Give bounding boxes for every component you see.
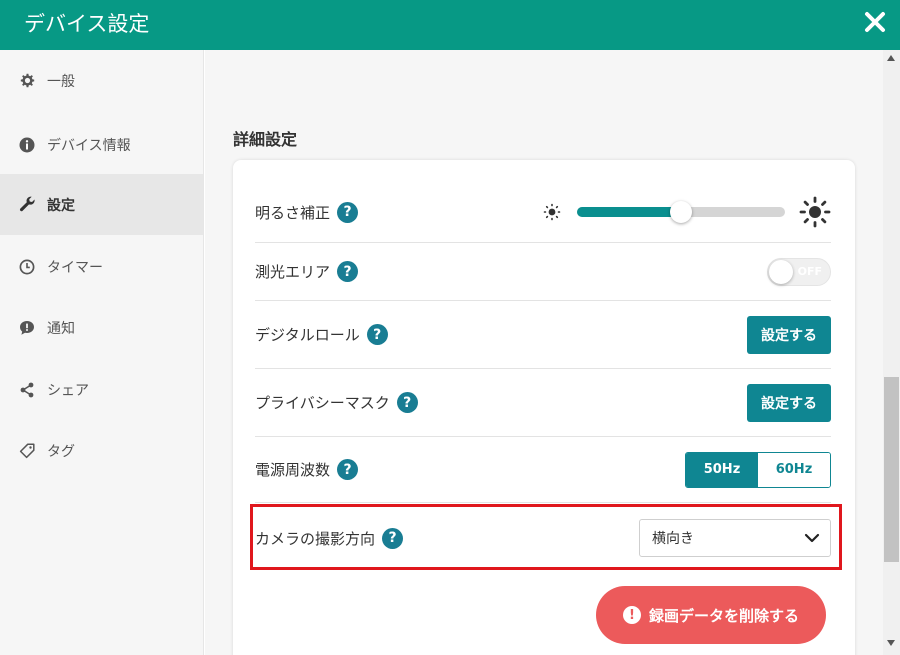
sidebar-item-label: シェア (47, 382, 89, 399)
metering-label: 測光エリア (255, 263, 331, 281)
scroll-up-arrow-icon[interactable] (887, 55, 895, 61)
toggle-state-label: OFF (797, 264, 822, 278)
scroll-down-arrow-icon[interactable] (887, 640, 895, 646)
sidebar-item-device-info[interactable]: デバイス情報 (0, 114, 203, 175)
sidebar-item-notification[interactable]: 通知 (0, 297, 203, 358)
camera-orientation-select[interactable]: 横向き (639, 519, 831, 557)
clock-icon (18, 258, 36, 276)
close-icon (865, 12, 885, 32)
brightness-high-icon (799, 196, 831, 228)
row-camera-orientation: カメラの撮影方向 ? 横向き (255, 503, 831, 573)
settings-panel: 詳細設定 明るさ補正 ? 測光エリア ? OFF デジタルロール ? 設定する … (205, 50, 883, 655)
help-icon[interactable]: ? (396, 392, 418, 413)
notification-icon (18, 319, 36, 337)
brightness-label: 明るさ補正 (255, 203, 331, 222)
power-frequency-segmented-control: 50Hz 60Hz (685, 451, 831, 488)
privacy-mask-label: プライバシーマスク (255, 394, 390, 412)
help-icon[interactable]: ? (382, 527, 404, 549)
wrench-icon (18, 196, 36, 214)
delete-recordings-label: 録画データを削除する (648, 606, 799, 625)
row-digital-roll: デジタルロール ? 設定する (255, 301, 831, 369)
brightness-low-icon (543, 203, 561, 221)
metering-toggle[interactable]: OFF (767, 257, 831, 286)
sidebar-item-label: 通知 (47, 320, 75, 337)
sidebar-item-label: デバイス情報 (47, 137, 131, 154)
digital-roll-label: デジタルロール (255, 326, 360, 344)
sidebar-item-share[interactable]: シェア (0, 359, 203, 420)
tag-icon (18, 442, 36, 460)
sidebar-item-label: タグ (47, 443, 75, 460)
brightness-slider[interactable] (577, 201, 785, 223)
sidebar-item-tag[interactable]: タグ (0, 420, 203, 481)
share-icon (18, 381, 36, 399)
privacy-mask-configure-button[interactable]: 設定する (747, 383, 831, 422)
row-brightness: 明るさ補正 ? (255, 182, 831, 243)
gear-icon (18, 72, 36, 90)
help-icon[interactable]: ? (366, 324, 388, 345)
sidebar-item-general[interactable]: 一般 (0, 50, 203, 111)
brightness-slider-group (543, 182, 831, 242)
scroll-thumb[interactable] (884, 377, 899, 562)
settings-card: 明るさ補正 ? 測光エリア ? OFF デジタルロール ? 設定する プライバシ… (233, 160, 855, 655)
sidebar: 一般 デバイス情報 設定 タイマー 通知 シェア タグ (0, 50, 204, 655)
sidebar-item-settings[interactable]: 設定 (0, 174, 203, 235)
warning-icon: ! (622, 606, 641, 624)
info-icon (18, 136, 36, 154)
help-icon[interactable]: ? (337, 459, 359, 480)
help-icon[interactable]: ? (337, 261, 359, 282)
help-icon[interactable]: ? (337, 201, 359, 223)
camera-orientation-value: 横向き (652, 531, 694, 547)
close-button[interactable] (862, 9, 888, 35)
slider-fill (577, 207, 681, 217)
power-frequency-label: 電源周波数 (255, 461, 331, 479)
row-privacy-mask: プライバシーマスク ? 設定する (255, 369, 831, 437)
chevron-down-icon (804, 533, 820, 543)
sidebar-item-timer[interactable]: タイマー (0, 236, 203, 297)
slider-thumb[interactable] (670, 201, 692, 223)
toggle-knob (769, 259, 793, 284)
sidebar-item-label: 一般 (47, 73, 75, 90)
sidebar-item-label: タイマー (47, 259, 103, 276)
dialog-header: デバイス設定 (0, 0, 900, 50)
digital-roll-configure-button[interactable]: 設定する (747, 315, 831, 354)
delete-recordings-button[interactable]: ! 録画データを削除する (596, 586, 826, 644)
scrollbar[interactable] (883, 50, 900, 655)
frequency-50hz-button[interactable]: 50Hz (686, 452, 758, 487)
row-power-frequency: 電源周波数 ? 50Hz 60Hz (255, 437, 831, 503)
dialog-title: デバイス設定 (24, 12, 150, 36)
section-title: 詳細設定 (233, 130, 298, 149)
frequency-60hz-button[interactable]: 60Hz (758, 452, 830, 487)
row-metering-area: 測光エリア ? OFF (255, 243, 831, 301)
camera-orientation-label: カメラの撮影方向 (255, 529, 376, 548)
sidebar-item-label: 設定 (47, 197, 75, 214)
